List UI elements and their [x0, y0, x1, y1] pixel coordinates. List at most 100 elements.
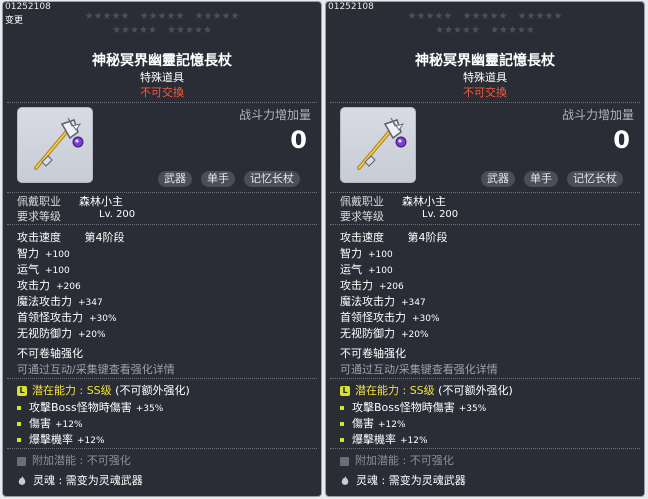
bullet-icon	[340, 438, 344, 442]
flame-icon	[341, 476, 349, 485]
potential-grade: SS级	[409, 384, 435, 397]
stat-value: +100	[368, 266, 393, 276]
stat-label: 攻击力	[340, 279, 373, 292]
staff-icon	[357, 117, 407, 170]
enhance-hint: 可通过互动/采集键查看强化详情	[340, 363, 498, 376]
item-subtitle: 特殊道具	[140, 71, 184, 84]
potential-header: L 潜在能力 : SS级 (不可额外强化)	[340, 382, 513, 398]
star-group: ★★★★★	[112, 25, 157, 36]
stat-label: 无视防御力	[340, 327, 395, 340]
lock-icon	[340, 456, 349, 466]
stat-label: 无视防御力	[17, 327, 72, 340]
legendary-badge-icon: L	[340, 386, 350, 396]
stat-value: +30%	[412, 314, 440, 324]
star-group: ★★★★★	[435, 25, 480, 36]
enhance-hint: 可通过互动/采集键查看强化详情	[17, 363, 175, 376]
tag-weapon: 武器	[481, 171, 515, 187]
stat-value: +347	[401, 298, 426, 308]
attack-speed-label: 攻击速度	[340, 231, 384, 244]
job-label: 佩戴职业	[340, 195, 384, 208]
stat-label: 首领怪攻击力	[17, 311, 83, 324]
item-title: 神秘冥界幽靈記憶長杖	[415, 53, 555, 69]
bullet-icon	[17, 406, 21, 410]
divider	[330, 448, 640, 449]
potential-line: 爆擊機率 +12%	[340, 431, 428, 447]
potential-header: L 潜在能力 : SS级 (不可额外强化)	[17, 382, 190, 398]
job-value: 森林小主	[79, 195, 123, 208]
potential-prefix: 潜在能力 :	[32, 384, 87, 397]
star-group: ★★★★★	[139, 11, 185, 22]
soul-row: 灵魂 : 需变为灵魂武器	[17, 472, 143, 488]
star-force-row-1: ★★★★★ ★★★★★ ★★★★★	[3, 12, 321, 22]
divider	[330, 102, 640, 103]
additional-potential-text: 附加潜能 : 不可强化	[32, 454, 131, 467]
potential-line-label: 爆擊機率	[29, 433, 73, 446]
stat-row: 攻击力 +206	[340, 277, 404, 293]
stat-row: 智力 +100	[340, 245, 393, 261]
stat-row: 运气 +100	[340, 261, 393, 277]
potential-line-value: +12%	[378, 420, 406, 430]
potential-line-value: +35%	[458, 404, 487, 414]
divider	[7, 448, 317, 449]
potential-line-value: +12%	[55, 420, 83, 430]
stat-label: 魔法攻击力	[340, 295, 395, 308]
stat-value: +100	[368, 250, 393, 260]
additional-potential: 附加潜能 : 不可强化	[17, 452, 131, 468]
potential-line-label: 攻擊Boss怪物時傷害	[352, 401, 455, 414]
star-force-row-2: ★★★★★ ★★★★★	[3, 26, 321, 36]
soul-text: 灵魂 : 需变为灵魂武器	[33, 474, 143, 487]
potential-line-label: 傷害	[352, 417, 374, 430]
potential-line-value: +35%	[135, 404, 164, 414]
power-increase-value: 0	[613, 126, 630, 154]
potential-line: 傷害 +12%	[17, 415, 83, 431]
stat-row: 运气 +100	[17, 261, 70, 277]
tag-memorial-staff: 记忆长杖	[567, 171, 623, 187]
additional-potential: 附加潜能 : 不可强化	[340, 452, 454, 468]
star-group: ★★★★★	[194, 11, 240, 22]
bullet-icon	[340, 422, 344, 426]
power-increase-label: 战斗力增加量	[238, 108, 311, 122]
stat-label: 首领怪攻击力	[340, 311, 406, 324]
level-value: Lv. 200	[422, 209, 459, 220]
star-group: ★★★★★	[407, 11, 453, 22]
power-increase-label: 战斗力增加量	[561, 108, 634, 122]
item-title: 神秘冥界幽靈記憶長杖	[92, 53, 232, 69]
stat-label: 魔法攻击力	[17, 295, 72, 308]
item-icon-frame	[340, 107, 416, 183]
stat-label: 运气	[340, 263, 362, 276]
no-scroll-label: 不可卷轴强化	[340, 347, 406, 360]
potential-line: 攻擊Boss怪物時傷害 +35%	[340, 399, 486, 415]
divider	[7, 378, 317, 379]
level-label: 要求等级	[17, 210, 61, 223]
bullet-icon	[340, 406, 344, 410]
item-subtitle: 特殊道具	[463, 71, 507, 84]
untradeable-label: 不可交換	[140, 86, 184, 99]
attack-speed-row: 攻击速度 第4阶段	[340, 229, 448, 245]
stat-label: 智力	[17, 247, 39, 260]
star-group: ★★★★★	[84, 11, 130, 22]
divider	[330, 224, 640, 225]
tag-one-handed: 单手	[201, 171, 235, 187]
star-force-row-2: ★★★★★ ★★★★★	[326, 26, 644, 36]
level-value: Lv. 200	[99, 209, 136, 220]
power-increase-value: 0	[290, 126, 307, 154]
tag-weapon: 武器	[158, 171, 192, 187]
potential-line-label: 攻擊Boss怪物時傷害	[29, 401, 132, 414]
stat-label: 运气	[17, 263, 39, 276]
stat-row: 魔法攻击力 +347	[340, 293, 426, 309]
stat-value: +20%	[401, 330, 429, 340]
potential-note: (不可额外强化)	[115, 384, 190, 397]
potential-line-value: +12%	[400, 436, 428, 446]
tag-memorial-staff: 记忆长杖	[244, 171, 300, 187]
potential-note: (不可额外强化)	[438, 384, 513, 397]
lock-icon	[17, 456, 26, 466]
potential-grade: SS级	[86, 384, 112, 397]
potential-line-label: 爆擊機率	[352, 433, 396, 446]
stat-row: 无视防御力 +20%	[17, 325, 106, 341]
divider	[7, 102, 317, 103]
stat-value: +347	[78, 298, 103, 308]
soul-row: 灵魂 : 需变为灵魂武器	[340, 472, 466, 488]
stat-value: +206	[56, 282, 81, 292]
potential-line-label: 傷害	[29, 417, 51, 430]
job-value: 森林小主	[402, 195, 446, 208]
